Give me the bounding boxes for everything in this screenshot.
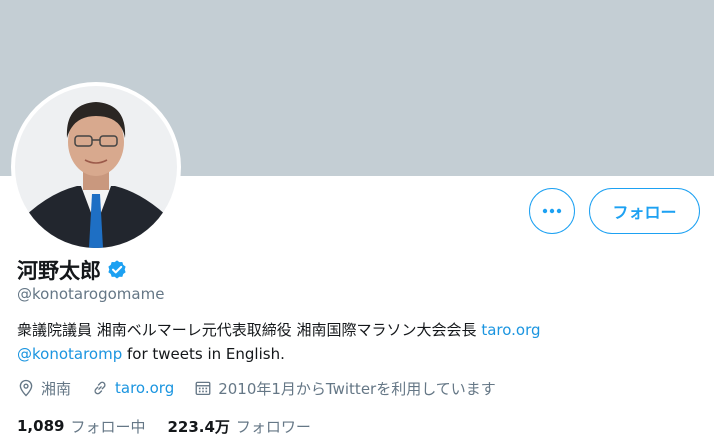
follow-button-label: フォロー (612, 203, 677, 222)
location-text: 湘南 (41, 379, 72, 398)
more-button[interactable] (529, 188, 575, 234)
location-pin-icon (19, 379, 33, 397)
following-stat[interactable]: 1,089 フォロー中 (17, 416, 145, 437)
meta-joined: 2010年1月からTwitterを利用しています (194, 378, 496, 399)
profile-meta: 湘南 taro.org 2010年1月からTwitterを利用しています (17, 376, 496, 400)
followers-label: フォロワー (235, 417, 311, 436)
more-horizontal-icon (542, 208, 562, 214)
bio-link-english-account[interactable]: @konotaromp (17, 345, 122, 363)
bio-link-website[interactable]: taro.org (481, 321, 540, 339)
website-link[interactable]: taro.org (115, 379, 174, 397)
display-name: 河野太郎 (17, 259, 101, 283)
profile-bio: 衆議院議員 湘南ベルマーレ元代表取締役 湘南国際マラソン大会会長 taro.or… (17, 318, 697, 366)
followers-stat[interactable]: 223.4万 フォロワー (167, 416, 310, 437)
meta-website: taro.org (91, 379, 174, 397)
follow-button[interactable]: フォロー (589, 188, 700, 234)
profile-avatar[interactable] (11, 82, 181, 252)
link-icon (94, 381, 106, 395)
name-row: 河野太郎 (17, 256, 128, 284)
profile-stats: 1,089 フォロー中 223.4万 フォロワー (17, 414, 333, 438)
verified-badge-icon (108, 260, 126, 279)
meta-location: 湘南 (17, 378, 71, 399)
following-count: 1,089 (17, 417, 65, 435)
bio-text: 衆議院議員 湘南ベルマーレ元代表取締役 湘南国際マラソン大会会長 (17, 321, 477, 339)
followers-count: 223.4万 (167, 417, 230, 436)
avatar-photo (15, 86, 177, 248)
following-label: フォロー中 (70, 417, 146, 436)
bio-text-english: for tweets in English. (127, 345, 285, 363)
joined-text: 2010年1月からTwitterを利用しています (218, 379, 496, 398)
user-handle: @konotarogomame (17, 285, 165, 303)
calendar-icon (195, 381, 211, 396)
